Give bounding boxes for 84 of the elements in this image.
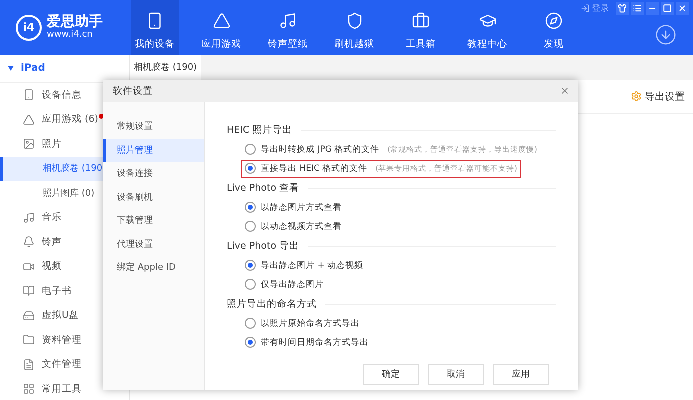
option-label: 带有时间日期命名方式导出 [261,336,369,348]
option-label: 导出时转换成 JPG 格式的文件 [261,144,380,156]
maximize-button[interactable] [661,2,674,15]
logo-url: www.i4.cn [47,30,94,40]
close-button[interactable] [676,2,689,15]
shirt-button[interactable] [616,2,629,15]
radio-option[interactable]: 以照片原始命名方式导出 [241,314,364,332]
radio-button[interactable] [245,318,256,329]
option-label: 导出静态图片 + 动态视频 [261,260,364,272]
nav-tab[interactable]: 我的设备 [131,0,179,55]
video-icon [23,260,35,273]
nav-tab[interactable]: 工具箱 [397,0,445,55]
compass-icon [545,12,563,30]
minimize-button[interactable] [646,2,659,15]
section-title: Live Photo 查看 [227,182,300,194]
grid-icon [23,383,35,396]
image-icon [23,138,35,150]
settings-nav-item[interactable]: 绑定 Apple ID [103,256,204,280]
radio-button[interactable] [245,163,256,174]
sidebar-item[interactable]: 资料管理 [0,328,129,352]
dialog-button[interactable]: 取消 [428,364,484,385]
settings-nav-item[interactable]: 常规设置 [103,115,204,138]
sidebar-item[interactable]: 文件管理 [0,352,129,377]
folder-icon [23,334,35,346]
section-title: HEIC 照片导出 [227,124,293,136]
radio-button[interactable] [245,337,256,348]
phone-icon [146,12,164,30]
nav-tab[interactable]: 刷机越狱 [330,0,378,55]
menu-icon [633,4,642,13]
menu-button[interactable] [631,2,644,15]
book-icon [23,285,35,298]
shirt-icon [618,4,627,13]
graduation-cap-icon [478,12,496,30]
nav-tab[interactable]: 应用游戏 [198,0,246,55]
option-label: 以照片原始命名方式导出 [261,318,360,330]
settings-nav-item[interactable]: 设备刷机 [103,186,204,209]
sidebar-item[interactable]: 常用工具 [0,377,129,400]
login-icon [581,4,590,13]
nav-tab[interactable]: 铃声壁纸 [264,0,312,55]
phone-icon [23,89,35,102]
music-icon [279,12,297,30]
nav-tab[interactable]: 教程中心 [464,0,512,55]
file-icon [23,358,35,371]
radio-button[interactable] [245,279,256,290]
bell-icon [23,236,35,248]
export-settings-button[interactable]: 导出设置 [631,90,685,104]
settings-nav-item[interactable]: 照片管理 [103,138,204,162]
option-label: 以动态视频方式查看 [261,220,342,232]
logo-name: 爱思助手 [47,14,103,30]
radio-option[interactable]: 以静态图片方式查看 [241,198,346,216]
radio-option[interactable]: 仅导出静态图片 [241,276,328,294]
app-store-icon [212,12,230,30]
radio-button[interactable] [245,260,256,271]
option-label: 仅导出静态图片 [261,278,324,290]
section-title: Live Photo 导出 [227,240,300,252]
dialog-button[interactable]: 应用 [493,364,549,385]
gear-icon [631,91,642,102]
radio-button[interactable] [245,221,256,232]
shield-icon [346,12,364,30]
radio-button[interactable] [245,202,256,213]
sidebar-item[interactable]: 虚拟U盘 [0,304,129,328]
option-label: 以静态图片方式查看 [261,202,342,214]
radio-option[interactable]: 带有时间日期命名方式导出 [241,334,373,352]
nav-tab[interactable]: 发现 [530,0,578,55]
app-store-icon [23,114,35,126]
maximize-icon [663,4,672,13]
drive-icon [23,310,35,322]
download-icon[interactable] [655,24,677,46]
close-icon[interactable] [560,86,570,96]
radio-button[interactable] [245,144,256,155]
radio-option[interactable]: 以动态视频方式查看 [241,218,346,236]
close-icon [678,4,687,13]
settings-nav-item[interactable]: 代理设置 [103,232,204,256]
section-title: 照片导出的命名方式 [227,298,317,310]
toolbox-icon [412,12,430,30]
radio-option[interactable]: 导出静态图片 + 动态视频 [241,256,368,274]
dialog-button[interactable]: 确定 [363,364,419,385]
settings-nav-item[interactable]: 下载管理 [103,209,204,232]
logo-mark: i4 [16,14,42,40]
tab[interactable]: 相机胶卷 (190) [130,55,202,80]
dialog-title: 软件设置 [113,84,153,98]
sidebar-item[interactable]: 电子书 [0,279,129,304]
music-icon [23,212,35,224]
option-label: 直接导出 HEIC 格式的文件 [261,162,368,174]
